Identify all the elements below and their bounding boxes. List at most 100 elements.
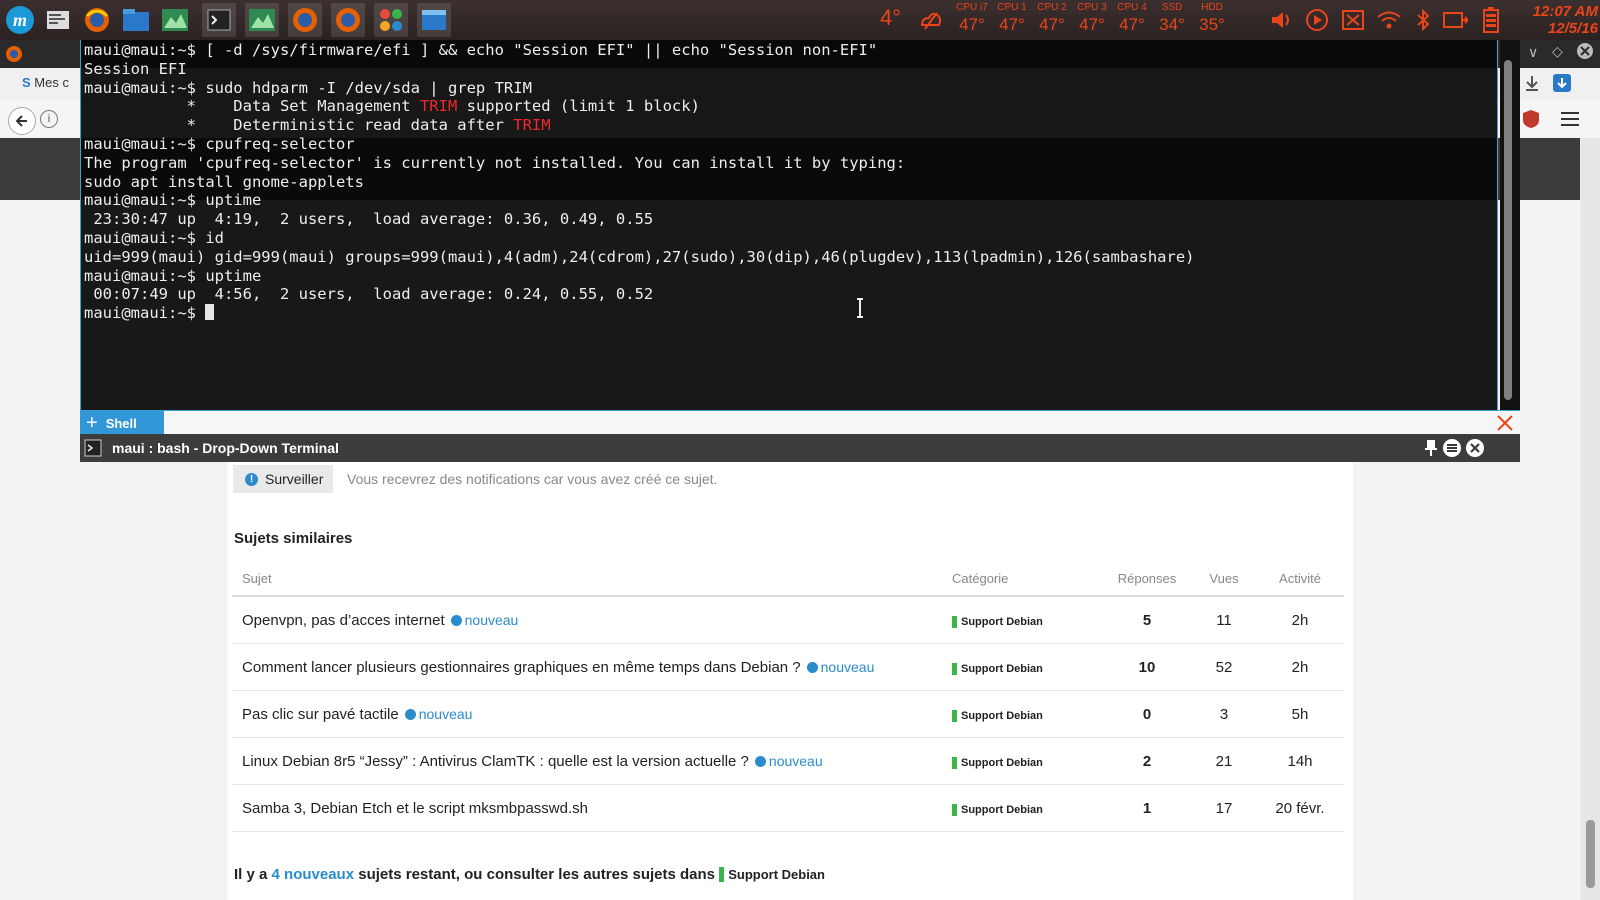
table-row[interactable]: Openvpn, pas d’acces internet nouveau Supp… (232, 596, 1344, 644)
window-minimize-icon[interactable]: ∨ (1528, 44, 1538, 61)
sensor-value: 47° (1079, 15, 1105, 34)
new-badge[interactable]: nouveau (450, 612, 518, 628)
tab-label: Shell (105, 415, 137, 431)
sync-icon[interactable] (1552, 73, 1572, 98)
page-scrollbar[interactable] (1581, 138, 1600, 900)
terminal-title-bar: maui : bash - Drop-Down Terminal (80, 434, 1520, 462)
new-badge[interactable]: nouveau (806, 659, 874, 675)
replies-cell: 2 (1102, 737, 1192, 785)
sensor-hdd: HDD 35° (1192, 2, 1232, 36)
add-tab-icon[interactable]: + (86, 413, 98, 433)
disconnect-icon[interactable] (1340, 8, 1366, 32)
back-button[interactable] (8, 107, 36, 135)
pin-icon[interactable] (1424, 439, 1438, 462)
svg-text:m: m (13, 10, 27, 30)
views-cell: 21 (1192, 737, 1256, 785)
more-middle: sujets restant, ou consulter les autres … (358, 866, 716, 883)
new-topics-link[interactable]: 4 nouveaux (272, 866, 355, 883)
table-row[interactable]: Linux Debian 8r5 “Jessy” : Antivirus Cla… (232, 737, 1344, 785)
close-icon[interactable] (1465, 438, 1485, 463)
download-icon[interactable] (1523, 74, 1541, 97)
activity-cell[interactable]: 20 févr. (1256, 784, 1344, 832)
terminal-task-icon[interactable] (202, 3, 236, 37)
firefox-task-icon[interactable] (288, 3, 322, 37)
activity-cell[interactable]: 2h (1256, 596, 1344, 644)
window-task-icon[interactable] (417, 3, 451, 37)
column-header[interactable]: Vues (1192, 562, 1256, 597)
show-desktop-icon[interactable] (41, 3, 75, 37)
network-icon[interactable] (1442, 8, 1468, 32)
window-close-icon[interactable] (1575, 41, 1595, 66)
system-monitor-icon[interactable] (158, 3, 192, 37)
site-info-icon[interactable]: i (40, 110, 58, 128)
sensor-label: CPU 2 (1037, 2, 1067, 13)
terminal-line: maui@maui:~$ cpufreq-selector (84, 134, 355, 153)
new-dot-icon (754, 755, 766, 767)
activity-cell[interactable]: 14h (1256, 737, 1344, 785)
topic-title-link[interactable]: Pas clic sur pavé tactile (242, 706, 399, 723)
topic-title-link[interactable]: Openvpn, pas d’acces internet (242, 612, 445, 629)
column-header[interactable]: Réponses (1102, 562, 1192, 597)
sensor-cpu-3: CPU 3 47° (1072, 2, 1112, 36)
sensor-cpu-4: CPU 4 47° (1112, 2, 1152, 36)
table-row[interactable]: Samba 3, Debian Etch et le script mksmbp… (232, 784, 1344, 832)
terminal-screen[interactable]: maui@maui:~$ [ -d /sys/firmware/efi ] &&… (80, 40, 1498, 412)
views-cell: 11 (1192, 596, 1256, 644)
new-badge[interactable]: nouveau (404, 706, 472, 722)
menu-icon[interactable] (1442, 438, 1462, 463)
line-segment: * Deterministic read data after (84, 116, 514, 135)
terminal-line: 23:30:47 up 4:19, 2 users, load average:… (84, 210, 654, 229)
media-play-icon[interactable] (1304, 8, 1330, 32)
sensor-value: 47° (999, 15, 1025, 34)
wifi-icon[interactable] (1376, 8, 1402, 32)
tab-shell[interactable]: + Shell (80, 411, 164, 435)
category-link[interactable]: Support Debian (952, 615, 1043, 628)
bluetooth-icon[interactable] (1410, 8, 1436, 32)
file-manager-icon[interactable] (119, 3, 153, 37)
manjaro-menu-icon[interactable]: m (3, 3, 37, 37)
activity-cell[interactable]: 5h (1256, 690, 1344, 738)
hamburger-menu-icon[interactable] (1560, 110, 1580, 133)
terminal-scrollbar-thumb[interactable] (1504, 60, 1512, 400)
topic-title-link[interactable]: Samba 3, Debian Etch et le script mksmbp… (242, 800, 588, 817)
firefox-task-icon-2[interactable] (331, 3, 365, 37)
terminal-window-icon (84, 439, 102, 462)
sensor-cpu-2: CPU 2 47° (1032, 2, 1072, 36)
new-dot-icon (404, 708, 416, 720)
system-monitor-task-icon[interactable] (245, 3, 279, 37)
new-badge-label: nouveau (768, 752, 823, 769)
ublock-icon[interactable] (1522, 109, 1540, 134)
category-cell: Support Debian (942, 596, 1102, 644)
topic-title-link[interactable]: Comment lancer plusieurs gestionnaires g… (242, 659, 801, 676)
column-header[interactable]: Sujet (232, 562, 942, 597)
category-link[interactable]: Support Debian (719, 867, 825, 882)
line-segment: supported (limit 1 block) (457, 97, 700, 116)
category-link[interactable]: Support Debian (952, 662, 1043, 675)
column-header[interactable]: Catégorie (942, 562, 1102, 597)
bookmark-item[interactable]: S Mes c (22, 75, 69, 90)
window-maximize-icon[interactable]: ◇ (1552, 43, 1563, 60)
watch-note: Vous recevrez des notifications car vous… (347, 471, 718, 487)
sensor-value: 47° (1039, 15, 1065, 34)
category-link[interactable]: Support Debian (952, 756, 1043, 769)
category-link[interactable]: Support Debian (952, 709, 1043, 722)
firefox-launcher-icon[interactable] (80, 3, 114, 37)
page-scrollbar-thumb[interactable] (1586, 820, 1595, 888)
category-link[interactable]: Support Debian (952, 803, 1043, 816)
prompt: maui@maui:~$ (84, 304, 206, 323)
table-row[interactable]: Pas clic sur pavé tactile nouveau Support … (232, 690, 1344, 738)
table-row[interactable]: Comment lancer plusieurs gestionnaires g… (232, 643, 1344, 691)
topic-title-link[interactable]: Linux Debian 8r5 “Jessy” : Antivirus Cla… (242, 753, 749, 770)
column-header[interactable]: Activité (1256, 562, 1344, 597)
terminal-line: 00:07:49 up 4:56, 2 users, load average:… (84, 285, 654, 304)
terminal-line: * Deterministic read data after TRIM (84, 116, 551, 134)
activity-cell[interactable]: 2h (1256, 643, 1344, 691)
clock-time: 12:07 AM (1532, 3, 1598, 20)
app-grid-task-icon[interactable] (374, 3, 408, 37)
clock[interactable]: 12:07 AM 12/5/16 (1522, 3, 1598, 37)
terminal-output[interactable]: maui@maui:~$ [ -d /sys/firmware/efi ] &&… (84, 41, 1194, 323)
new-badge[interactable]: nouveau (754, 752, 823, 769)
battery-icon[interactable] (1478, 7, 1504, 33)
volume-icon[interactable] (1268, 8, 1294, 32)
sensor-label: HDD (1201, 2, 1223, 13)
